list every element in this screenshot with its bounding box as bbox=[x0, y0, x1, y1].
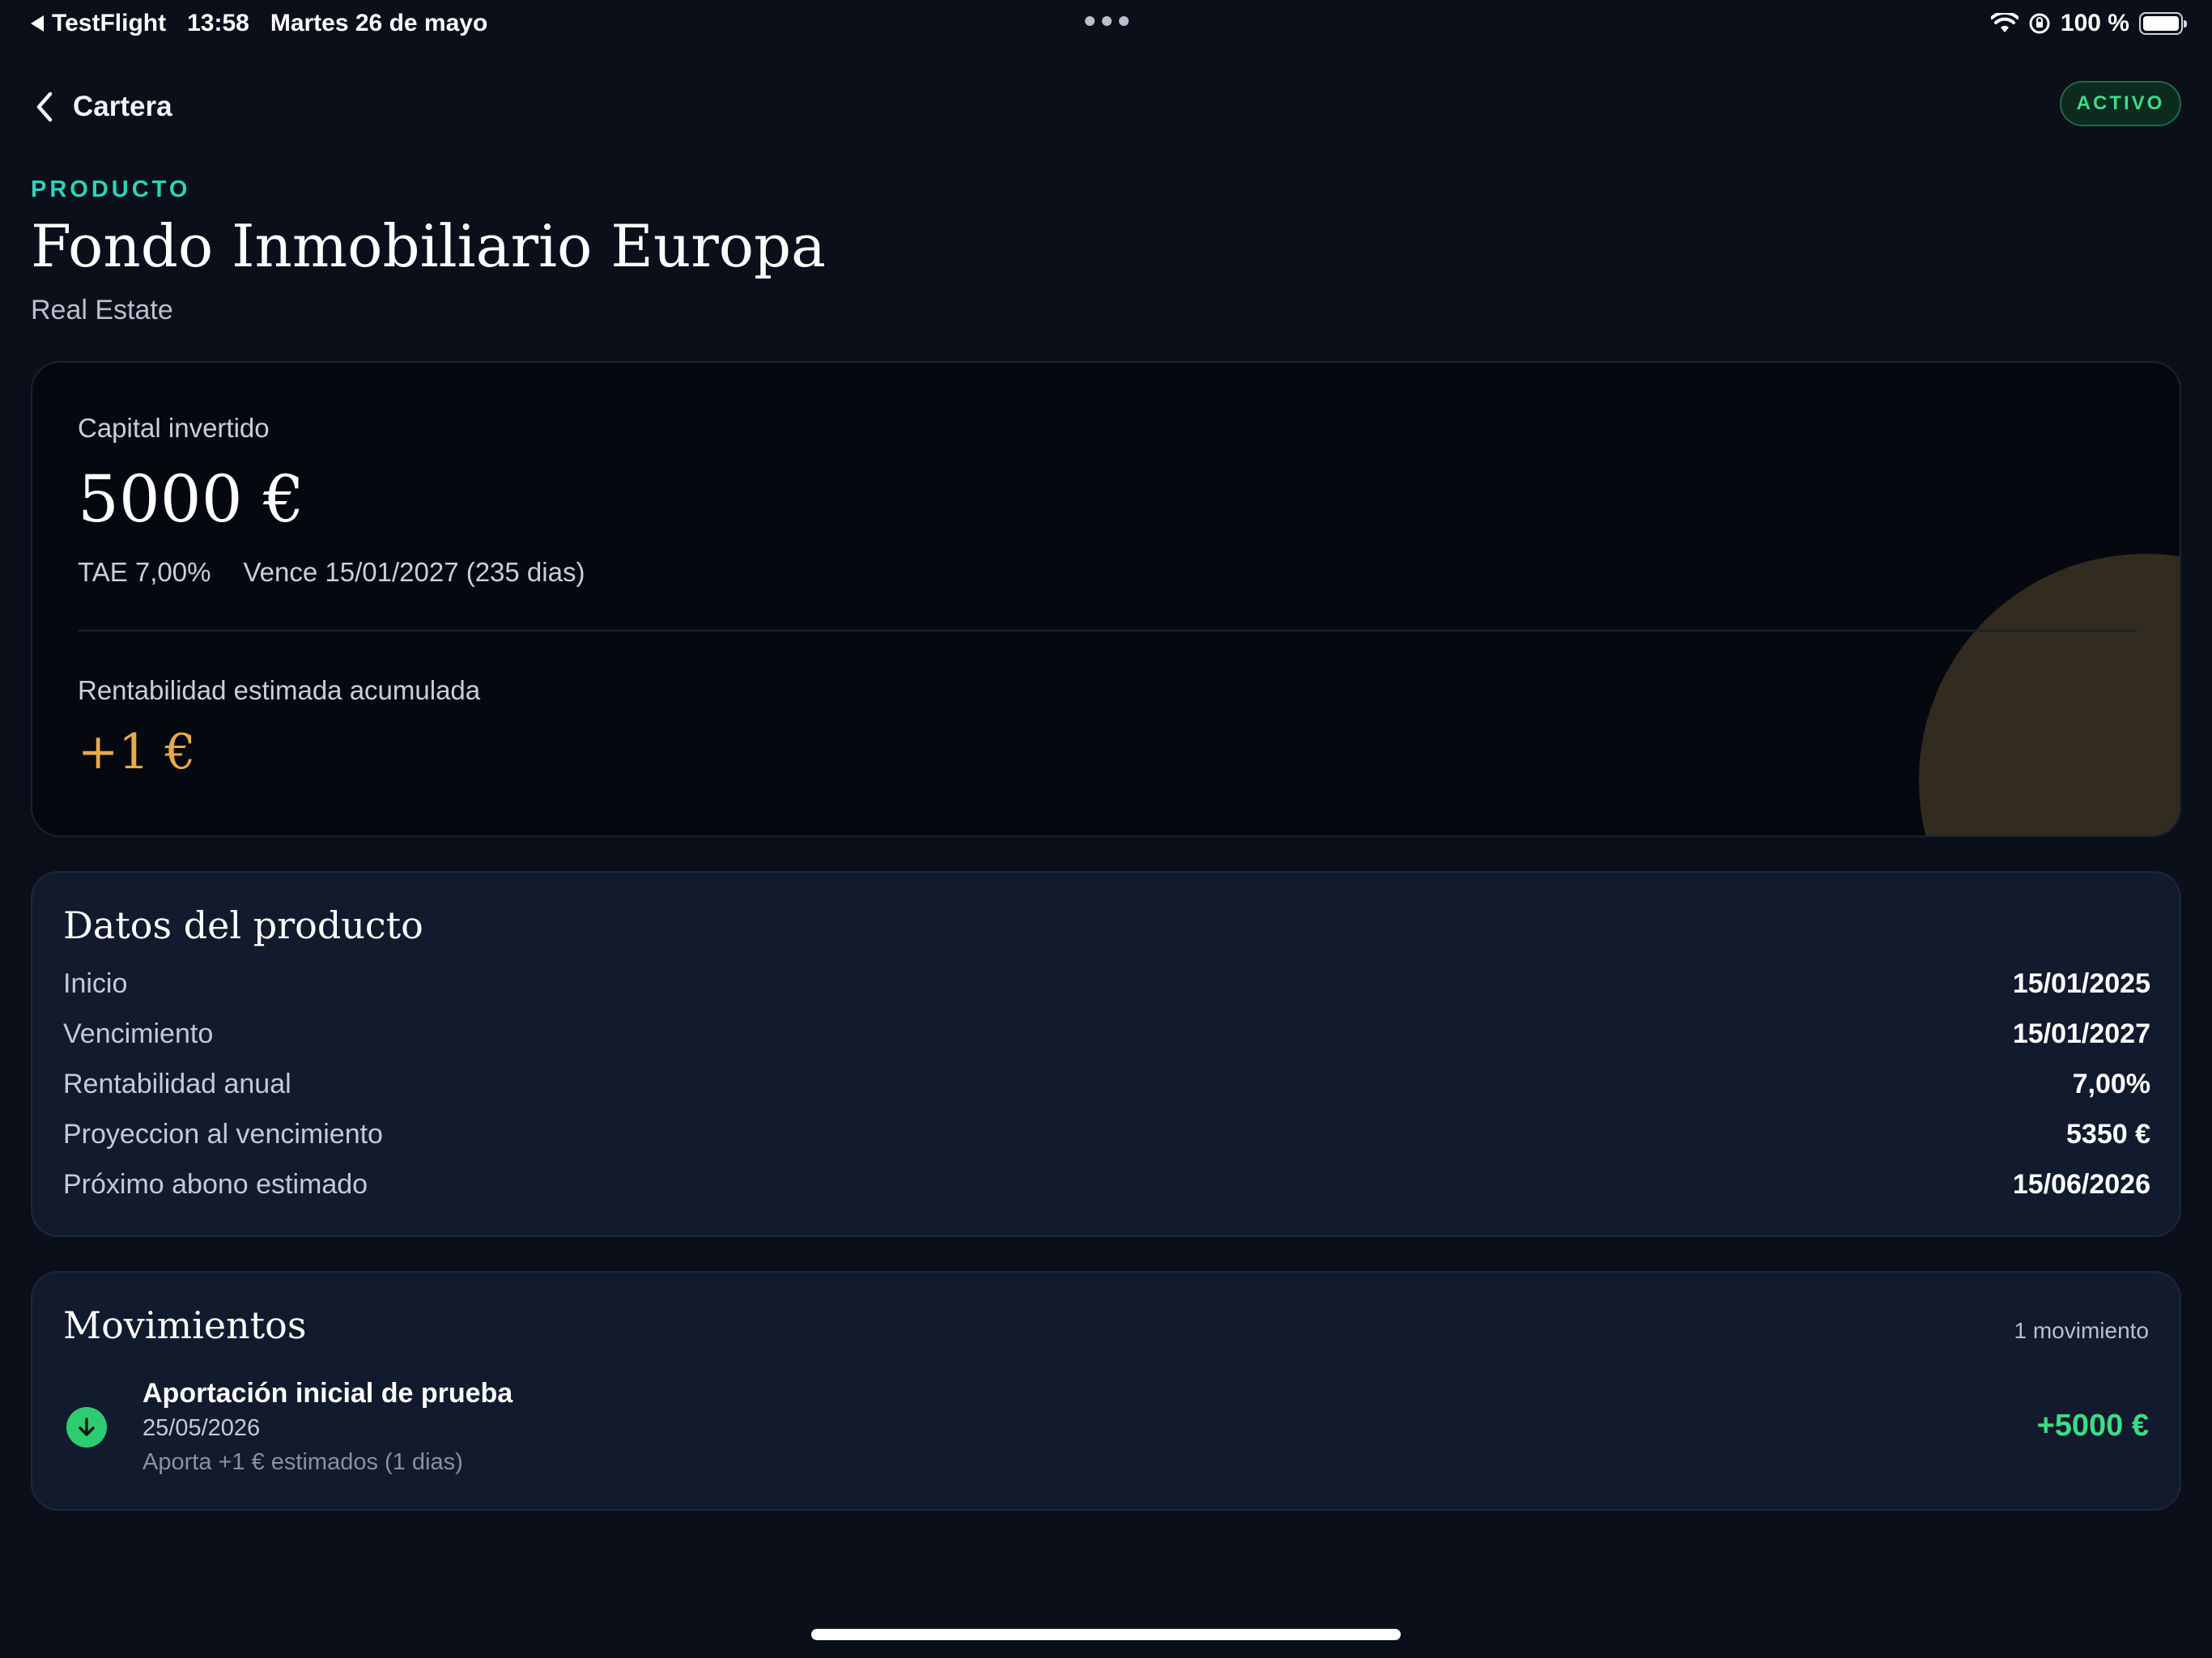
chevron-left-icon bbox=[36, 91, 53, 122]
back-app-label: TestFlight bbox=[52, 10, 167, 36]
detail-row: Próximo abono estimado 15/06/2026 bbox=[63, 1169, 2150, 1201]
divider bbox=[78, 630, 2138, 631]
detail-value: 15/01/2025 bbox=[2012, 968, 2150, 999]
details-title: Datos del producto bbox=[63, 903, 423, 947]
home-indicator[interactable] bbox=[811, 1629, 1401, 1640]
battery-percent: 100 % bbox=[2060, 10, 2129, 36]
decorative-circle bbox=[1919, 554, 2180, 835]
detail-label: Vencimiento bbox=[63, 1018, 214, 1049]
product-category: Real Estate bbox=[31, 295, 173, 325]
status-bar: TestFlight 13:58 Martes 26 de mayo 100 % bbox=[0, 0, 2212, 49]
movement-date: 25/05/2026 bbox=[143, 1415, 261, 1441]
movement-note: Aporta +1 € estimados (1 dias) bbox=[143, 1449, 463, 1475]
arrow-down-icon bbox=[66, 1407, 107, 1448]
detail-value: 15/01/2027 bbox=[2012, 1018, 2150, 1049]
back-to-app-link[interactable]: TestFlight bbox=[31, 10, 166, 37]
page-title: Fondo Inmobiliario Europa bbox=[31, 212, 826, 280]
section-eyebrow: PRODUCTO bbox=[31, 176, 191, 202]
detail-row: Vencimiento 15/01/2027 bbox=[63, 1018, 2150, 1050]
movements-count: 1 movimiento bbox=[2014, 1318, 2149, 1343]
investment-summary-card: Capital invertido 5000 € TAE 7,00% Vence… bbox=[31, 361, 2181, 837]
back-triangle-icon bbox=[31, 15, 44, 32]
battery-icon bbox=[2139, 12, 2187, 35]
detail-label: Proyeccion al vencimiento bbox=[63, 1119, 383, 1150]
detail-row: Proyeccion al vencimiento 5350 € bbox=[63, 1119, 2150, 1150]
tae-value: TAE 7,00% bbox=[78, 557, 211, 587]
detail-row: Inicio 15/01/2025 bbox=[63, 968, 2150, 1000]
capital-label: Capital invertido bbox=[78, 413, 270, 443]
summary-meta: TAE 7,00% Vence 15/01/2027 (235 dias) bbox=[78, 557, 585, 588]
detail-value: 7,00% bbox=[2072, 1069, 2150, 1099]
detail-label: Rentabilidad anual bbox=[63, 1069, 291, 1099]
detail-label: Próximo abono estimado bbox=[63, 1169, 368, 1200]
status-time: 13:58 bbox=[187, 10, 249, 36]
yield-value: +1 € bbox=[78, 724, 196, 780]
maturity-value: Vence 15/01/2027 (235 dias) bbox=[243, 557, 585, 587]
product-details-card: Datos del producto Inicio 15/01/2025 Ven… bbox=[31, 871, 2181, 1237]
back-button-label: Cartera bbox=[73, 91, 172, 122]
wifi-icon bbox=[1990, 13, 2018, 32]
status-badge: ACTIVO bbox=[2060, 81, 2181, 126]
capital-value: 5000 € bbox=[78, 461, 304, 537]
detail-row: Rentabilidad anual 7,00% bbox=[63, 1069, 2150, 1100]
detail-value: 15/06/2026 bbox=[2012, 1169, 2150, 1200]
movements-title: Movimientos bbox=[63, 1303, 307, 1347]
back-button[interactable]: Cartera bbox=[36, 91, 172, 123]
movement-title: Aportación inicial de prueba bbox=[143, 1378, 513, 1409]
multitasking-dots-icon[interactable] bbox=[1085, 16, 1129, 26]
orientation-lock-icon bbox=[2029, 13, 2050, 34]
status-date: Martes 26 de mayo bbox=[270, 10, 488, 36]
detail-value: 5350 € bbox=[2066, 1119, 2150, 1150]
detail-label: Inicio bbox=[63, 968, 128, 999]
movements-card: Movimientos 1 movimiento Aportación inic… bbox=[31, 1271, 2181, 1511]
movement-amount: +5000 € bbox=[2036, 1409, 2149, 1443]
yield-label: Rentabilidad estimada acumulada bbox=[78, 675, 481, 705]
